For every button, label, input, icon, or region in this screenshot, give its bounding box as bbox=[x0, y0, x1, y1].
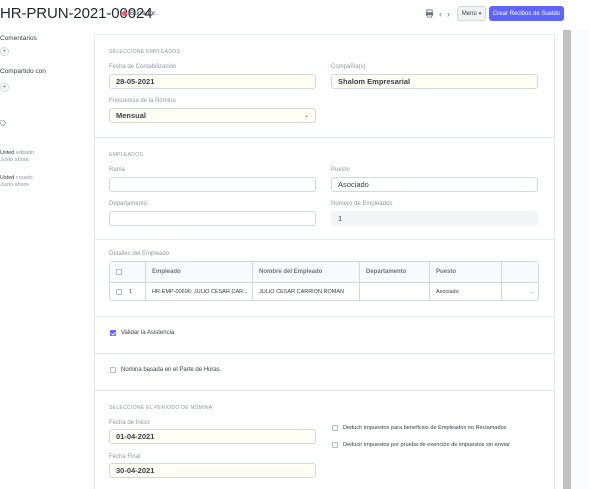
row-select-cell: 1 bbox=[110, 282, 146, 301]
tag-icon[interactable] bbox=[0, 119, 7, 128]
chevron-down-icon[interactable]: ⌄ bbox=[529, 289, 534, 295]
employee-details-table: Empleado Nombre del Empleado Departament… bbox=[109, 261, 539, 301]
company-field[interactable]: Shalom Empresarial bbox=[331, 74, 538, 89]
section-divider bbox=[94, 239, 555, 240]
employee-count-field: 1 bbox=[331, 211, 538, 226]
posting-date-label: Fecha de Contabilización bbox=[109, 64, 177, 70]
deduct-unclaimed-label: Deducir impuestos para beneficios de Emp… bbox=[343, 425, 507, 431]
page-gutter bbox=[571, 30, 589, 489]
table-cell-employee-name[interactable]: JULIO CESAR CARRION ROMAN bbox=[253, 282, 360, 301]
activity-item: Usted creado Justo ahora bbox=[0, 175, 33, 189]
caret-down-icon: ▾ bbox=[478, 10, 482, 17]
row-edit-cell: ⌄ bbox=[502, 282, 538, 301]
posting-date-field[interactable]: 28-05-2021 bbox=[109, 74, 316, 89]
designation-label: Puesto bbox=[331, 167, 350, 173]
validate-attendance-row[interactable]: Validar la Asistencia bbox=[110, 330, 174, 336]
activity-action: creado bbox=[15, 175, 33, 181]
scrollbar[interactable] bbox=[563, 30, 571, 489]
section-divider bbox=[94, 137, 555, 138]
column-header-designation[interactable]: Puesto bbox=[430, 262, 502, 282]
branch-label: Rama bbox=[109, 167, 126, 173]
section-divider bbox=[94, 390, 555, 391]
end-date-label: Fecha Final bbox=[109, 454, 141, 460]
section-divider bbox=[94, 316, 555, 317]
start-date-label: Fecha de Inicio bbox=[109, 420, 150, 426]
section-title-select-employees: SELECCIONE EMPLEADOS bbox=[109, 49, 181, 55]
column-header-actions bbox=[502, 262, 538, 282]
section-divider bbox=[94, 353, 555, 354]
start-date-field[interactable]: 01-04-2021 bbox=[109, 429, 316, 444]
add-share-icon[interactable]: + bbox=[0, 83, 9, 92]
section-title-employees: EMPLEADOS bbox=[109, 152, 144, 158]
chevron-left-icon[interactable]: ‹ bbox=[439, 9, 442, 20]
comments-label: Comentarios bbox=[0, 35, 37, 42]
deduct-unsubmitted-label: Deducir impuestos por prueba de exención… bbox=[343, 442, 510, 448]
deduct-unsubmitted-row[interactable]: Deducir impuestos por prueba de exención… bbox=[332, 442, 510, 448]
employee-count-label: Número de Empleados bbox=[331, 201, 393, 207]
validate-attendance-label: Validar la Asistencia bbox=[121, 330, 175, 336]
deduct-unclaimed-row[interactable]: Deducir impuestos para beneficios de Emp… bbox=[332, 425, 507, 431]
payroll-frequency-value: Mensual bbox=[116, 111, 147, 120]
column-header-employee-name[interactable]: Nombre del Empleado bbox=[253, 262, 360, 282]
activity-time: Justo ahora bbox=[0, 182, 29, 188]
table-cell-department[interactable] bbox=[360, 282, 430, 301]
select-all-cell bbox=[110, 262, 146, 282]
validate-attendance-checkbox[interactable] bbox=[110, 330, 116, 336]
activity-action: editado bbox=[15, 150, 34, 156]
designation-field[interactable]: Asociado bbox=[331, 177, 538, 192]
status-text: Borrador. bbox=[130, 10, 157, 17]
deduct-unclaimed-checkbox[interactable] bbox=[332, 425, 338, 431]
payroll-frequency-label: Frecuencia de la Nómina bbox=[109, 98, 176, 104]
activity-user: Usted bbox=[0, 150, 15, 156]
sidebar: Comentarios + Compartido con + Usted edi… bbox=[0, 30, 90, 489]
table-cell-designation[interactable]: Asociado bbox=[430, 282, 502, 301]
branch-field[interactable] bbox=[109, 177, 316, 192]
timesheet-row[interactable]: Nomina basada en el Parte de Horas bbox=[110, 367, 220, 373]
employee-details-label: Detalles del Empleado bbox=[109, 251, 170, 257]
row-index: 1 bbox=[129, 289, 133, 295]
company-label: Compañía(s) bbox=[331, 64, 366, 70]
status-dot bbox=[122, 11, 127, 16]
department-label: Departamento bbox=[109, 201, 148, 207]
timesheet-checkbox[interactable] bbox=[110, 367, 116, 373]
page-header: HR-PRUN-2021-00024 Borrador. ‹ › Menú ▾ … bbox=[0, 0, 589, 30]
header-icons: ‹ › bbox=[425, 9, 450, 20]
chevron-down-icon: ⌄ bbox=[303, 113, 309, 119]
row-checkbox[interactable] bbox=[116, 289, 122, 295]
section-title-payroll-period: SELECCIONE EL PERÍODO DE NÓMINA bbox=[109, 405, 213, 411]
menu-button-label: Menú bbox=[461, 10, 477, 17]
create-salary-slips-button[interactable]: Crear Recibos de Sueldo bbox=[489, 6, 564, 21]
department-field[interactable] bbox=[109, 211, 316, 226]
deduct-unsubmitted-checkbox[interactable] bbox=[332, 442, 338, 448]
menu-button[interactable]: Menú ▾ bbox=[457, 6, 486, 21]
shared-with-label: Compartido con bbox=[0, 68, 46, 75]
payroll-frequency-select[interactable]: Mensual ⌄ bbox=[109, 108, 316, 123]
end-date-field[interactable]: 30-04-2021 bbox=[109, 463, 316, 478]
add-comment-icon[interactable]: + bbox=[0, 47, 9, 56]
activity-item: Usted editado Justo ahora bbox=[0, 150, 34, 164]
activity-time: Justo ahora bbox=[0, 157, 29, 163]
status-badge: Borrador. bbox=[122, 10, 157, 17]
print-icon[interactable] bbox=[425, 9, 434, 20]
chevron-right-icon[interactable]: › bbox=[447, 9, 450, 20]
column-header-employee[interactable]: Empleado bbox=[146, 262, 253, 282]
table-cell-employee[interactable]: HR-EMP-00696: JULIO CESAR CAR... bbox=[146, 282, 253, 301]
column-header-department[interactable]: Departamento bbox=[360, 262, 430, 282]
timesheet-label: Nomina basada en el Parte de Horas bbox=[121, 367, 220, 373]
activity-user: Usted bbox=[0, 175, 15, 181]
select-all-checkbox[interactable] bbox=[116, 269, 122, 275]
